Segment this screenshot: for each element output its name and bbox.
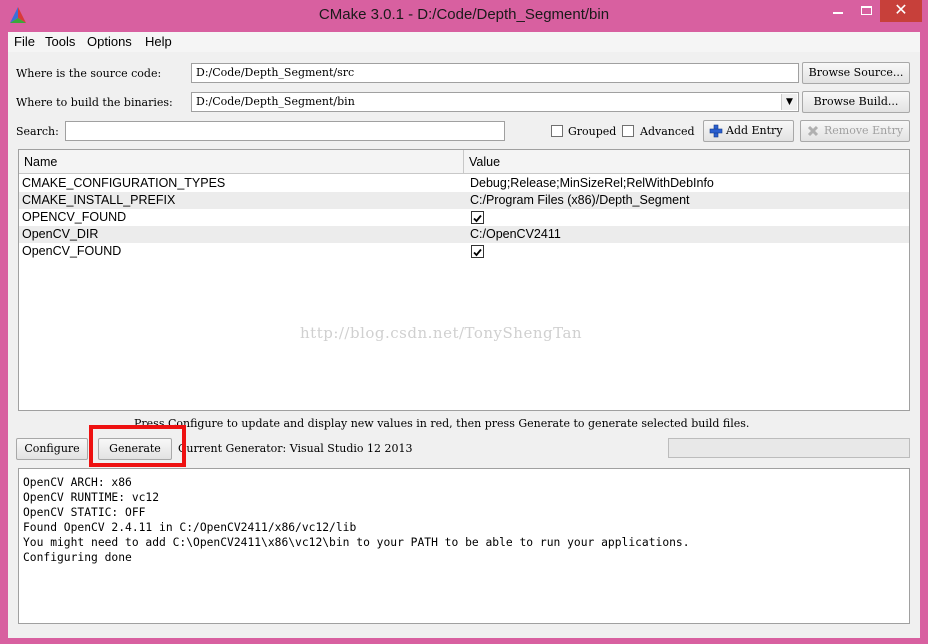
watermark-text: http://blog.csdn.net/TonyShengTan [300, 324, 583, 342]
value-checkbox[interactable] [471, 245, 484, 258]
remove-entry-label: Remove Entry [824, 124, 904, 137]
output-line: Found OpenCV 2.4.11 in C:/OpenCV2411/x86… [23, 521, 357, 534]
grouped-label: Grouped [568, 125, 617, 138]
cache-table[interactable]: Name Value CMAKE_CONFIGURATION_TYPES Debu… [18, 149, 910, 411]
cache-entry-name: OPENCV_FOUND [22, 210, 127, 224]
progress-bar [668, 438, 910, 458]
search-input[interactable] [65, 121, 505, 141]
cache-entry-name: OpenCV_DIR [22, 227, 99, 241]
source-label: Where is the source code: [16, 67, 162, 80]
column-header-name[interactable]: Name [19, 150, 464, 174]
cache-entry-name: CMAKE_CONFIGURATION_TYPES [22, 176, 226, 190]
checkmark-icon [473, 248, 482, 257]
table-row[interactable]: OpenCV_FOUND [19, 243, 909, 260]
source-input[interactable]: D:/Code/Depth_Segment/src [191, 63, 799, 83]
output-line: You might need to add C:\OpenCV2411\x86\… [23, 536, 690, 549]
cache-entry-value: Debug;Release;MinSizeRel;RelWithDebInfo [470, 176, 714, 190]
output-line: Configuring done [23, 551, 132, 564]
grouped-checkbox[interactable] [551, 125, 563, 137]
maximize-icon [860, 6, 872, 15]
binaries-label: Where to build the binaries: [16, 96, 173, 109]
cache-entry-name: OpenCV_FOUND [22, 244, 122, 258]
column-header-value[interactable]: Value [464, 150, 909, 174]
menu-file[interactable]: File [14, 34, 35, 49]
value-checkbox[interactable] [471, 211, 484, 224]
configure-button[interactable]: Configure [16, 438, 88, 460]
output-line: OpenCV STATIC: OFF [23, 506, 146, 519]
cache-entry-value: C:/OpenCV2411 [470, 227, 561, 241]
remove-icon [807, 125, 819, 137]
browse-build-button[interactable]: Browse Build... [802, 91, 910, 113]
browse-source-button[interactable]: Browse Source... [802, 62, 910, 84]
cache-entry-value: C:/Program Files (x86)/Depth_Segment [470, 193, 690, 207]
remove-entry-button[interactable]: Remove Entry [800, 120, 910, 142]
menu-options[interactable]: Options [87, 34, 132, 49]
close-button[interactable]: ✕ [880, 0, 922, 22]
search-label: Search: [16, 125, 59, 138]
table-row[interactable]: OPENCV_FOUND [19, 209, 909, 226]
table-row[interactable]: CMAKE_INSTALL_PREFIX C:/Program Files (x8… [19, 192, 909, 209]
menu-help[interactable]: Help [145, 34, 172, 49]
minimize-button[interactable] [824, 0, 852, 22]
output-line: OpenCV ARCH: x86 [23, 476, 132, 489]
maximize-button[interactable] [852, 0, 880, 22]
table-row[interactable]: OpenCV_DIR C:/OpenCV2411 [19, 226, 909, 243]
minimize-icon [833, 12, 843, 14]
hint-text: Press Configure to update and display ne… [134, 417, 750, 430]
advanced-checkbox[interactable] [622, 125, 634, 137]
cache-entry-name: CMAKE_INSTALL_PREFIX [22, 193, 176, 207]
generator-text: Current Generator: Visual Studio 12 2013 [178, 442, 413, 455]
plus-icon [709, 124, 723, 138]
title-bar: CMake 3.0.1 - D:/Code/Depth_Segment/bin … [0, 0, 928, 32]
chevron-down-icon[interactable]: ▼ [781, 94, 797, 110]
add-entry-button[interactable]: Add Entry [703, 120, 794, 142]
binaries-value: D:/Code/Depth_Segment/bin [196, 95, 355, 108]
table-header: Name Value [19, 150, 909, 174]
table-row[interactable]: CMAKE_CONFIGURATION_TYPES Debug;Release;M… [19, 175, 909, 192]
menu-tools[interactable]: Tools [45, 34, 75, 49]
window-title: CMake 3.0.1 - D:/Code/Depth_Segment/bin [318, 6, 610, 23]
menu-bar: File Tools Options Help [8, 32, 920, 52]
advanced-label: Advanced [640, 125, 695, 138]
generate-highlight-box [89, 425, 186, 467]
checkmark-icon [473, 214, 482, 223]
binaries-dropdown[interactable]: D:/Code/Depth_Segment/bin ▼ [191, 92, 799, 112]
add-entry-label: Add Entry [726, 124, 783, 137]
output-line: OpenCV RUNTIME: vc12 [23, 491, 160, 504]
output-log[interactable]: OpenCV ARCH: x86 OpenCV RUNTIME: vc12 Open… [18, 468, 910, 624]
